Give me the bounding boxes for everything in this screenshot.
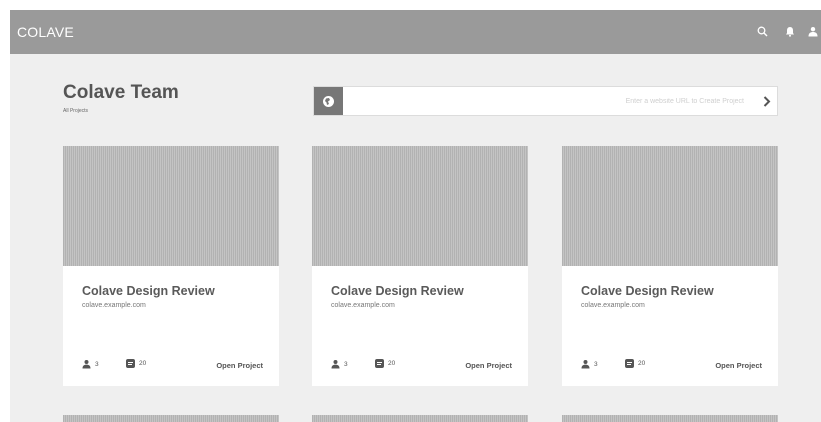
- members-count-value: 3: [344, 360, 348, 368]
- comments-count-value: 20: [388, 360, 396, 367]
- project-card[interactable]: Colave Design Review colave.example.com …: [63, 146, 279, 386]
- project-url: colave.example.com: [82, 302, 146, 309]
- project-card[interactable]: Colave Design Review colave.example.com …: [312, 146, 528, 386]
- project-thumbnail[interactable]: [63, 146, 279, 266]
- members-count: 3: [581, 359, 598, 369]
- project-thumbnail[interactable]: [312, 146, 528, 266]
- members-count-value: 3: [95, 360, 99, 368]
- project-url: colave.example.com: [331, 302, 395, 309]
- comments-count: 20: [375, 359, 395, 368]
- user-icon: [331, 360, 340, 369]
- members-count-value: 3: [594, 360, 598, 368]
- comment-icon: [126, 359, 135, 368]
- project-card-footer: 3 20 Open Project: [312, 359, 528, 373]
- project-card[interactable]: Colave Design Review colave.example.com …: [562, 146, 778, 386]
- members-count: 3: [331, 359, 348, 369]
- comments-count-value: 20: [638, 360, 646, 367]
- project-url: colave.example.com: [581, 302, 645, 309]
- project-card-footer: 3 20 Open Project: [562, 359, 778, 373]
- globe-icon[interactable]: [314, 87, 343, 115]
- open-project-link[interactable]: Open Project: [216, 361, 263, 370]
- comments-count: 20: [625, 359, 645, 368]
- top-navigation-bar: COLAVE: [10, 10, 821, 54]
- comment-icon: [625, 359, 634, 368]
- project-title: Colave Design Review: [82, 284, 215, 298]
- open-project-link[interactable]: Open Project: [715, 361, 762, 370]
- project-thumbnail[interactable]: [312, 415, 528, 422]
- user-icon: [581, 360, 590, 369]
- project-card[interactable]: [562, 415, 778, 422]
- open-project-link[interactable]: Open Project: [465, 361, 512, 370]
- bell-icon[interactable]: [782, 23, 798, 39]
- project-card[interactable]: [312, 415, 528, 422]
- comment-icon: [375, 359, 384, 368]
- project-card[interactable]: [63, 415, 279, 422]
- project-title: Colave Design Review: [331, 284, 464, 298]
- chevron-right-icon[interactable]: [760, 94, 774, 108]
- members-count: 3: [82, 359, 99, 369]
- comments-count: 20: [126, 359, 146, 368]
- project-thumbnail[interactable]: [562, 146, 778, 266]
- comments-count-value: 20: [139, 360, 147, 367]
- page-title: Colave Team: [63, 82, 179, 103]
- project-thumbnail[interactable]: [63, 415, 279, 422]
- user-icon: [82, 360, 91, 369]
- page-subtitle: All Projects: [63, 108, 89, 114]
- project-card-footer: 3 20 Open Project: [63, 359, 279, 373]
- project-url-input[interactable]: [354, 87, 744, 115]
- user-icon[interactable]: [805, 23, 821, 39]
- create-project-url-bar: [313, 86, 778, 116]
- app-window: COLAVE Colave Team All Projects Colave D…: [10, 10, 821, 422]
- project-title: Colave Design Review: [581, 284, 714, 298]
- project-thumbnail[interactable]: [562, 415, 778, 422]
- brand-logo[interactable]: COLAVE: [17, 24, 74, 40]
- search-icon[interactable]: [754, 23, 770, 39]
